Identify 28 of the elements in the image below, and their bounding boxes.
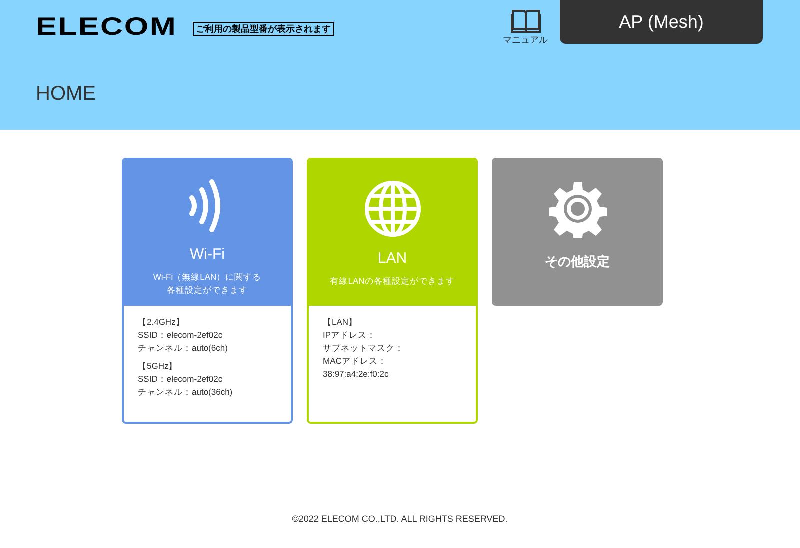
- info-line: SSID：elecom-2ef02c: [138, 329, 223, 342]
- model-name: ご利用の製品型番が表示されます: [192, 22, 334, 36]
- info-line: チャンネル：auto(6ch): [138, 342, 228, 355]
- card-description: Wi-Fi（無線LAN）に関する: [153, 270, 262, 284]
- section-heading: 【LAN】: [323, 316, 358, 329]
- section-heading: 【5GHz】: [138, 360, 178, 373]
- copyright: ©2022 ELECOM CO.,LTD. ALL RIGHTS RESERVED.: [291, 512, 509, 526]
- globe-icon: [364, 180, 422, 238]
- brand-logo: ELECOM: [36, 15, 178, 40]
- info-line: IPアドレス：: [323, 329, 376, 342]
- info-line: SSID：elecom-2ef02c: [138, 373, 223, 386]
- info-line: 38:97:a4:2e:f0:2c: [323, 368, 389, 381]
- mode-tab[interactable]: AP (Mesh): [560, 0, 763, 44]
- manual-link[interactable]: マニュアル: [503, 8, 548, 48]
- feature-card[interactable]: LAN 有線LANの各種設定ができます 【LAN】 IPアドレス： サブネットマスク： MACアドレス： 38:97:a4:2e:f0:2c: [307, 158, 478, 424]
- card-title: LAN: [378, 249, 408, 269]
- card-title: Wi-Fi: [190, 245, 225, 265]
- card-description: 有線LANの各種設定ができます: [330, 274, 455, 288]
- gear-icon: [548, 180, 606, 238]
- feature-card[interactable]: Wi-Fi Wi-Fi（無線LAN）に関する 各種設定ができます 【2.4GHz】 SSID：elecom-2ef02c チャンネル：auto(6ch) 【5GHz】 SSID：elecom-2ef02c チャンネル：auto(36ch): [122, 158, 293, 424]
- card-title: その他設定: [545, 253, 610, 271]
- info-line: サブネットマスク：: [323, 342, 404, 355]
- book-icon: [510, 8, 540, 34]
- section-heading: 【2.4GHz】: [138, 316, 185, 329]
- info-line: チャンネル：auto(36ch): [138, 386, 233, 399]
- page-title: HOME: [36, 84, 97, 104]
- card-description: 各種設定ができます: [167, 284, 248, 296]
- info-line: MACアドレス：: [323, 355, 387, 368]
